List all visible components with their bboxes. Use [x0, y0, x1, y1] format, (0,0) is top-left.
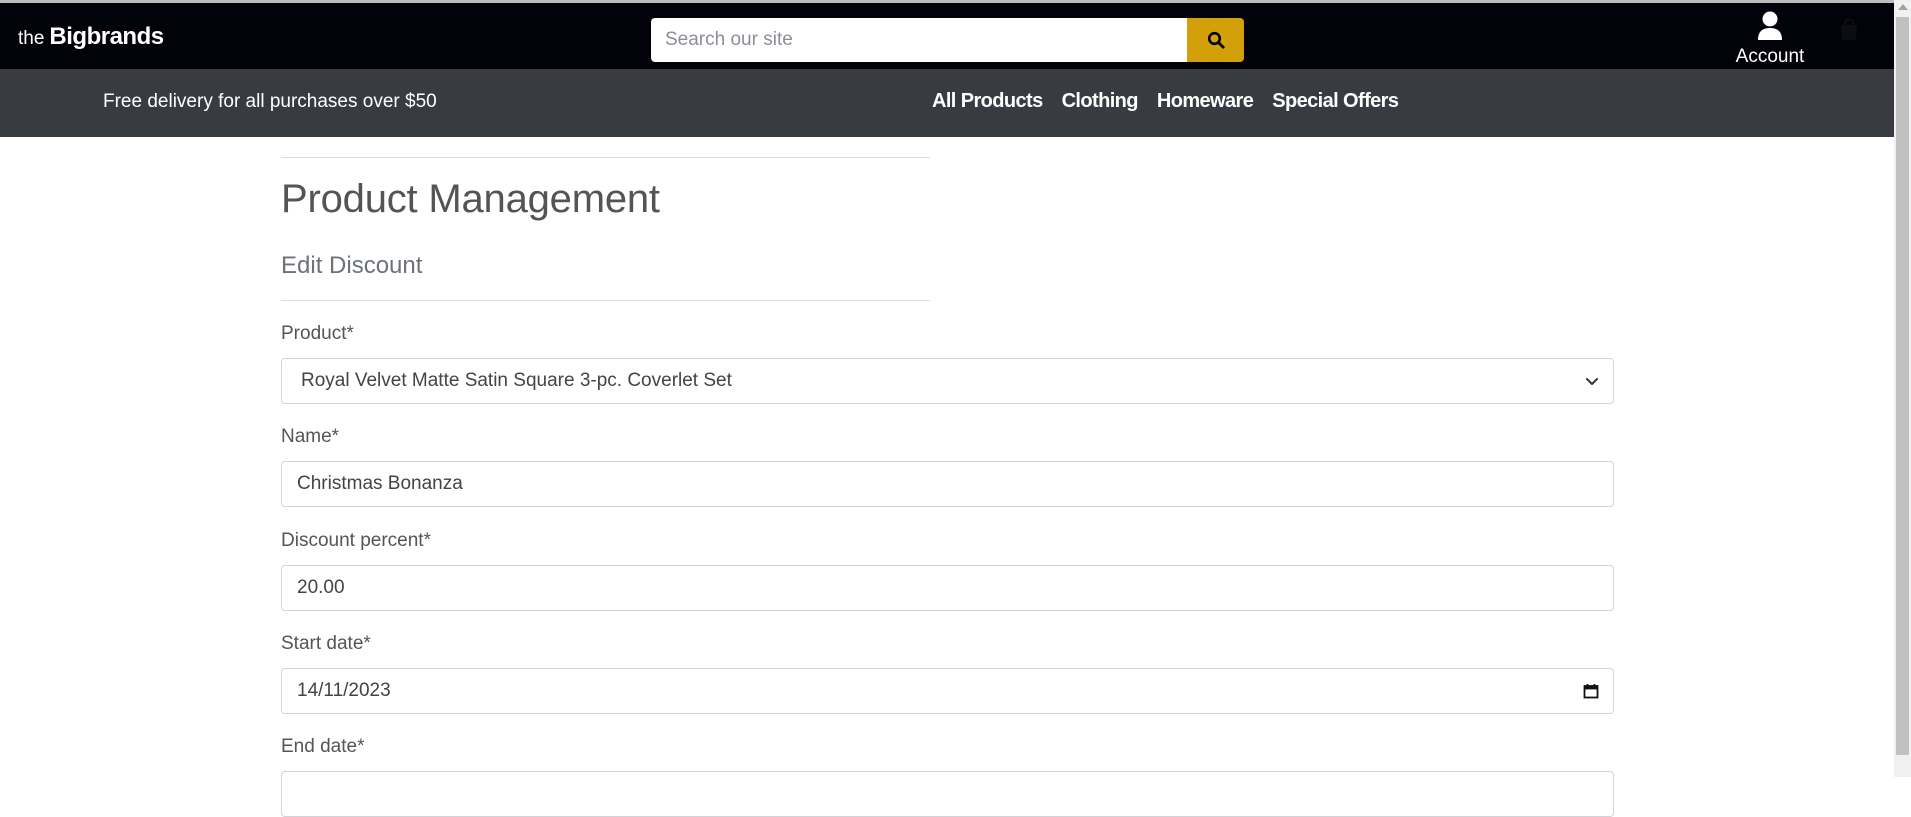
- calendar-icon[interactable]: [1583, 683, 1599, 699]
- start-date-label: Start date*: [281, 633, 371, 654]
- nav-link-special-offers[interactable]: Special Offers: [1272, 90, 1399, 113]
- page-title: Product Management: [281, 177, 660, 221]
- nav-link-all-products[interactable]: All Products: [932, 90, 1043, 113]
- start-date-value: 14/11/2023: [297, 680, 391, 701]
- name-field[interactable]: Christmas Bonanza: [281, 461, 1614, 507]
- main-navigation-bar: Free delivery for all purchases over $50…: [0, 69, 1894, 137]
- top-divider: [281, 157, 930, 158]
- end-date-field[interactable]: [281, 771, 1614, 817]
- nav-link-clothing[interactable]: Clothing: [1062, 90, 1139, 113]
- discount-percent-value: 20.00: [297, 577, 345, 598]
- name-label: Name*: [281, 426, 340, 447]
- logo-prefix: the: [18, 28, 45, 49]
- shopping-bag-icon[interactable]: [1838, 17, 1860, 41]
- category-nav: All Products Clothing Homeware Special O…: [932, 90, 1399, 113]
- site-logo[interactable]: the Bigbrands: [18, 23, 164, 51]
- page-subtitle: Edit Discount: [281, 252, 423, 279]
- title-divider: [281, 300, 930, 301]
- nav-link-homeware[interactable]: Homeware: [1157, 90, 1254, 113]
- scrollbar-thumb[interactable]: [1896, 17, 1909, 755]
- vertical-scrollbar[interactable]: [1894, 0, 1911, 777]
- chevron-down-icon: [1586, 378, 1598, 385]
- product-label: Product*: [281, 323, 354, 344]
- scroll-up-arrow-icon[interactable]: [1898, 4, 1908, 10]
- search-button[interactable]: [1187, 18, 1244, 62]
- discount-percent-label: Discount percent*: [281, 530, 431, 551]
- product-select-value: Royal Velvet Matte Satin Square 3-pc. Co…: [301, 370, 732, 391]
- product-select[interactable]: Royal Velvet Matte Satin Square 3-pc. Co…: [281, 358, 1614, 404]
- name-field-value: Christmas Bonanza: [297, 473, 463, 494]
- end-date-label: End date*: [281, 736, 365, 757]
- account-link[interactable]: Account: [1730, 11, 1810, 68]
- search-input[interactable]: [651, 18, 1187, 62]
- free-delivery-banner: Free delivery for all purchases over $50: [103, 91, 437, 112]
- user-icon: [1758, 11, 1782, 40]
- account-label: Account: [1735, 46, 1805, 67]
- start-date-field[interactable]: 14/11/2023: [281, 668, 1614, 714]
- top-header: theBigbrands Account: [0, 0, 1894, 69]
- discount-percent-field[interactable]: 20.00: [281, 565, 1614, 611]
- logo-brand: Bigbrands: [49, 23, 164, 50]
- search-icon: [1207, 31, 1225, 49]
